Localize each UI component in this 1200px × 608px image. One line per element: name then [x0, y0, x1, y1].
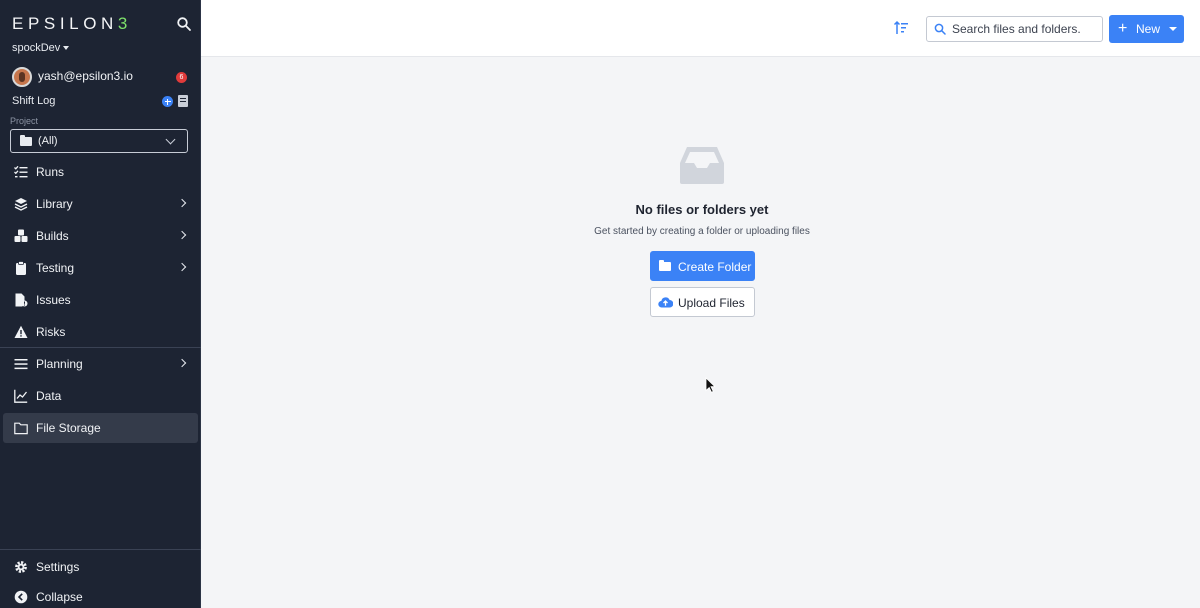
caret-down-icon	[63, 46, 70, 51]
sidebar-item-builds[interactable]: Builds	[0, 221, 201, 251]
sidebar-item-label: Testing	[36, 261, 75, 275]
folder-icon	[20, 135, 32, 146]
sidebar-item-label: Settings	[36, 560, 80, 574]
cubes-icon	[14, 229, 28, 242]
sidebar-item-settings[interactable]: Settings	[0, 552, 201, 582]
search-field[interactable]	[926, 16, 1103, 42]
workspace-name: spockDev	[12, 42, 61, 54]
sidebar-item-label: Planning	[36, 357, 83, 371]
new-button[interactable]: + New	[1109, 15, 1184, 43]
sidebar-divider	[0, 549, 201, 550]
layers-icon	[14, 198, 28, 211]
sidebar-item-label: Runs	[36, 165, 65, 179]
project-select[interactable]: (All)	[10, 129, 188, 153]
sidebar: EPSILON3 spockDev yash@epsilon3.io 6 Shi…	[0, 0, 201, 608]
new-button-label: New	[1136, 22, 1161, 36]
upload-files-label: Upload Files	[678, 296, 745, 310]
sidebar-item-issues[interactable]: Issues	[0, 285, 201, 315]
book-icon[interactable]	[178, 95, 188, 107]
search-icon[interactable]	[176, 16, 192, 32]
sidebar-divider	[0, 347, 201, 348]
file-alert-icon	[15, 293, 28, 307]
sidebar-item-label: Issues	[36, 293, 71, 307]
epsilon3-logo[interactable]: EPSILON3	[12, 14, 132, 33]
notification-badge[interactable]: 6	[176, 72, 187, 83]
folder-outline-icon	[14, 422, 28, 435]
menu-lines-icon	[14, 359, 28, 370]
create-folder-button[interactable]: Create Folder	[650, 251, 755, 281]
add-shift-log-icon[interactable]	[162, 96, 173, 107]
empty-state-title: No files or folders yet	[635, 202, 769, 217]
empty-state-subtitle: Get started by creating a folder or uplo…	[594, 226, 810, 237]
sidebar-item-file-storage[interactable]: File Storage	[3, 413, 198, 443]
sidebar-item-risks[interactable]: Risks	[0, 317, 201, 347]
warning-icon	[14, 325, 28, 338]
top-bar: + New	[201, 0, 1200, 57]
upload-files-button[interactable]: Upload Files	[650, 287, 755, 317]
sidebar-item-testing[interactable]: Testing	[0, 253, 201, 283]
workspace-switcher[interactable]: spockDev	[12, 42, 70, 54]
chevron-right-icon	[177, 198, 187, 208]
sidebar-item-label: Collapse	[36, 590, 83, 604]
plus-icon: +	[1118, 20, 1128, 37]
sidebar-item-collapse[interactable]: Collapse	[0, 582, 201, 608]
sidebar-item-label: Library	[36, 197, 73, 211]
caret-down-icon	[1169, 27, 1177, 31]
checklist-icon	[14, 165, 28, 178]
shift-log-label: Shift Log	[12, 95, 56, 107]
sidebar-item-label: Risks	[36, 325, 66, 339]
avatar[interactable]	[12, 67, 32, 87]
search-input[interactable]	[952, 21, 1100, 37]
sidebar-item-label: Builds	[36, 229, 69, 243]
sidebar-item-runs[interactable]: Runs	[0, 157, 201, 187]
clipboard-icon	[16, 261, 26, 275]
cloud-upload-icon	[658, 297, 673, 308]
user-email: yash@epsilon3.io	[38, 69, 133, 83]
project-select-value: (All)	[38, 135, 58, 147]
collapse-icon	[14, 590, 28, 604]
shift-log[interactable]: Shift Log	[12, 95, 190, 109]
sidebar-item-label: File Storage	[36, 421, 101, 435]
sidebar-item-planning[interactable]: Planning	[0, 349, 201, 379]
project-label: Project	[10, 116, 39, 126]
inbox-icon	[680, 147, 724, 184]
sidebar-item-library[interactable]: Library	[0, 189, 201, 219]
sidebar-item-data[interactable]: Data	[0, 381, 201, 411]
logo-row: EPSILON3	[12, 14, 192, 36]
chevron-down-icon	[165, 134, 176, 145]
sidebar-item-label: Data	[36, 389, 62, 403]
chevron-right-icon	[177, 358, 187, 368]
chevron-right-icon	[177, 230, 187, 240]
search-icon	[934, 23, 946, 35]
create-folder-label: Create Folder	[678, 260, 752, 274]
user-row[interactable]: yash@epsilon3.io 6	[12, 66, 190, 88]
folder-icon	[659, 260, 671, 271]
chevron-right-icon	[177, 262, 187, 272]
mouse-cursor-icon	[705, 377, 716, 393]
line-chart-icon	[14, 389, 28, 403]
sort-icon[interactable]	[893, 20, 909, 36]
gear-icon	[15, 561, 27, 573]
